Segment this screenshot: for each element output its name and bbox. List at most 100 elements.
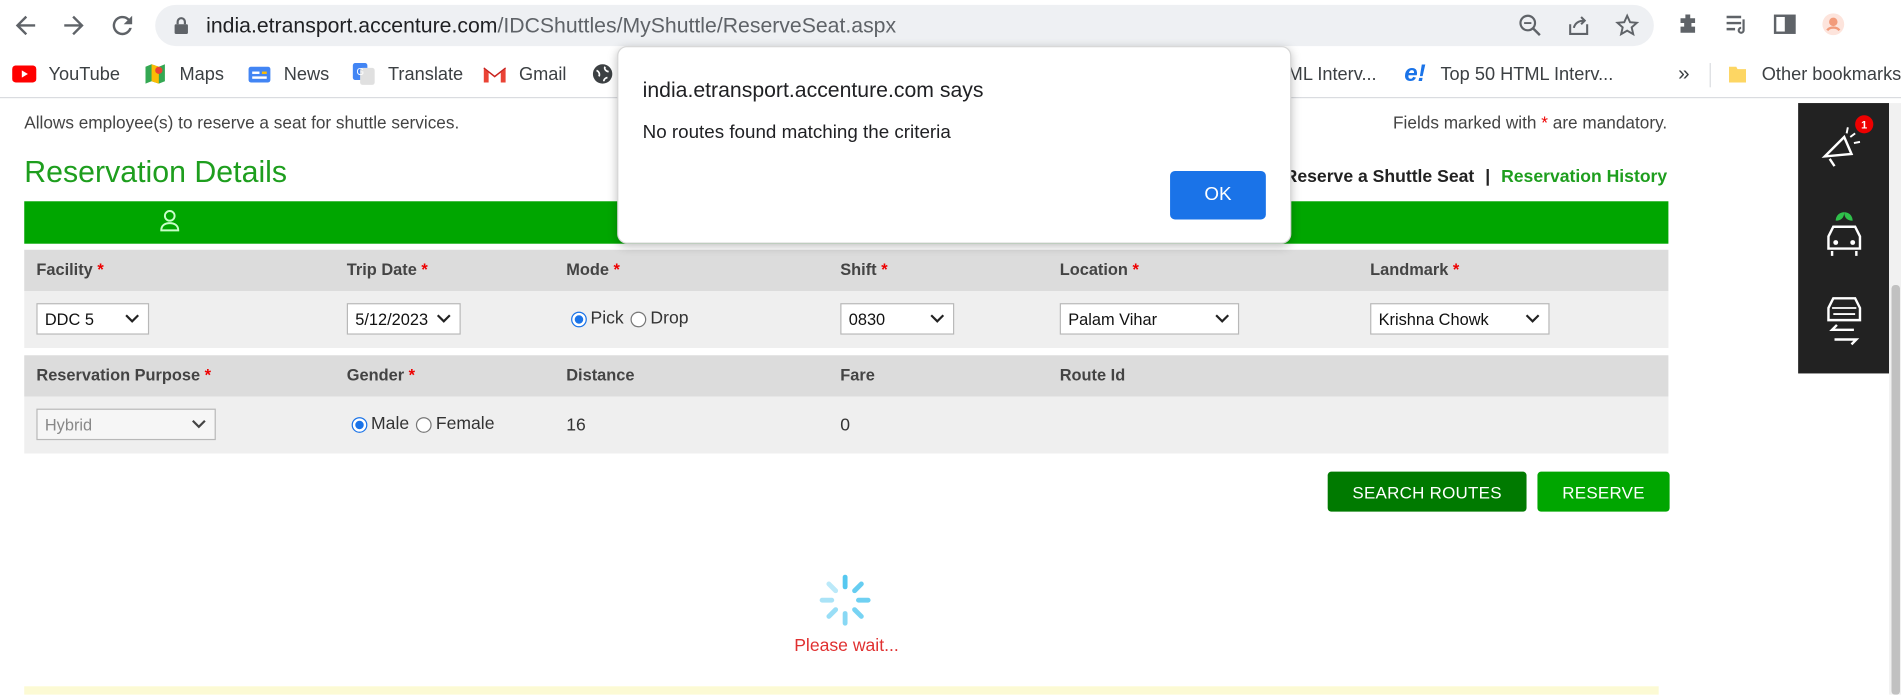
select-value: 0830 [848, 309, 886, 328]
extensions-icon[interactable] [1674, 11, 1701, 38]
location-select[interactable]: Palam Vihar [1059, 303, 1240, 335]
mode-pick-radio[interactable] [571, 311, 587, 327]
select-value: Krishna Chowk [1378, 309, 1489, 328]
landmark-select[interactable]: Krishna Chowk [1370, 303, 1550, 335]
car-transfer-icon[interactable] [1820, 291, 1868, 347]
facility-select[interactable]: DDC 5 [36, 303, 150, 335]
dialog-message: No routes found matching the criteria [642, 122, 951, 144]
bookmark-label: Translate [388, 63, 464, 85]
eco-car-icon[interactable] [1820, 210, 1868, 261]
trip-date-select[interactable]: 5/12/2023 [346, 303, 461, 335]
edureka-icon: e! [1404, 60, 1426, 87]
mode-drop-radio[interactable] [631, 311, 647, 327]
please-wait-text: Please wait... [794, 636, 899, 656]
bookmark-star-icon[interactable] [1615, 13, 1640, 37]
bookmark-label: Gmail [518, 63, 567, 85]
bookmark-top50-html[interactable]: e! Top 50 HTML Interv... [1402, 60, 1614, 87]
bookmark-label: News [283, 63, 330, 85]
required-star: * [1541, 113, 1548, 134]
gender-label: Gender * [347, 366, 415, 384]
svg-text:G: G [356, 67, 364, 78]
trip-date-label: Trip Date * [347, 261, 428, 279]
mode-radio-group: Pick Drop [571, 309, 689, 329]
chevron-down-icon [1215, 314, 1230, 323]
required-star: * [1132, 260, 1139, 279]
location-label: Location * [1060, 261, 1139, 279]
translate-icon: G [352, 62, 376, 86]
bookmark-gmail[interactable]: Gmail [483, 62, 567, 86]
dialog-title: india.etransport.accenture.com says [642, 77, 984, 102]
other-bookmarks[interactable]: Other bookmarks [1725, 62, 1901, 86]
gender-radio-group: Male Female [351, 414, 495, 435]
label-text: Landmark [1370, 260, 1449, 279]
landmark-label: Landmark * [1370, 261, 1459, 279]
mode-label: Mode * [566, 261, 620, 279]
side-panel-icon[interactable] [1771, 11, 1798, 38]
required-star: * [408, 366, 416, 385]
reading-list-icon[interactable] [1723, 11, 1750, 38]
youtube-icon [12, 62, 37, 86]
fare-value: 0 [840, 415, 851, 436]
facility-label: Facility * [36, 261, 103, 279]
url-text[interactable]: india.etransport.accenture.com/IDCShuttl… [206, 13, 896, 38]
browser-toolbar: india.etransport.accenture.com/IDCShuttl… [0, 0, 1901, 51]
gender-female-radio[interactable] [416, 416, 433, 433]
share-icon[interactable] [1567, 13, 1591, 37]
bookmark-youtube[interactable]: YouTube [12, 62, 120, 86]
label-text: Reservation Purpose [36, 366, 201, 385]
select-value: 5/12/2023 [355, 309, 429, 328]
select-value: DDC 5 [44, 309, 94, 328]
required-star: * [1452, 260, 1460, 279]
mandatory-prefix: Fields marked with [1393, 113, 1537, 134]
mode-drop-label: Drop [650, 309, 689, 329]
back-arrow-icon[interactable] [11, 11, 40, 40]
chevron-down-icon [930, 314, 945, 323]
maps-icon [143, 62, 167, 86]
bookmark-label: Top 50 HTML Interv... [1440, 63, 1614, 85]
zoom-icon[interactable] [1518, 13, 1542, 37]
chevron-down-icon [125, 314, 139, 323]
profile-avatar-icon[interactable] [1820, 11, 1847, 38]
route-id-label: Route Id [1059, 366, 1126, 385]
bookmark-maps[interactable]: Maps [143, 62, 224, 86]
form-header-row-1: Facility * Trip Date * Mode * Shift * Lo… [24, 249, 1669, 291]
gender-female-label: Female [435, 414, 495, 435]
bookmark-translate[interactable]: G Translate [352, 62, 464, 86]
search-routes-button[interactable]: SEARCH ROUTES [1327, 471, 1527, 512]
reserve-button[interactable]: RESERVE [1537, 471, 1670, 512]
address-bar[interactable]: india.etransport.accenture.com/IDCShuttl… [155, 4, 1654, 47]
reload-icon[interactable] [108, 11, 137, 40]
select-value: Palam Vihar [1068, 309, 1158, 328]
lock-icon[interactable] [173, 16, 189, 35]
gender-male-label: Male [371, 414, 410, 435]
bookmark-ml-interview[interactable]: ML Interv... [1288, 62, 1377, 86]
bookmarks-overflow-icon[interactable]: » [1678, 62, 1689, 86]
page-title: Reservation Details [24, 155, 288, 190]
required-star: * [421, 260, 428, 279]
shift-select[interactable]: 0830 [840, 303, 955, 335]
purpose-select[interactable]: Hybrid [36, 408, 216, 441]
bookmark-news[interactable]: News [247, 62, 329, 86]
label-text: Gender [346, 366, 405, 385]
label-text: Trip Date [346, 260, 417, 279]
quick-actions-panel: 1 [1798, 103, 1890, 374]
link-reserve-seat[interactable]: Reserve a Shuttle Seat [1285, 167, 1475, 186]
label-text: Shift [840, 260, 877, 279]
distance-value: 16 [566, 415, 586, 436]
page-intro: Allows employee(s) to reserve a seat for… [24, 113, 460, 134]
chevron-down-icon [192, 419, 206, 429]
forward-arrow-icon[interactable] [59, 11, 88, 40]
scrollbar-thumb[interactable] [1891, 284, 1900, 695]
link-reservation-history[interactable]: Reservation History [1501, 167, 1667, 186]
purpose-label: Reservation Purpose * [36, 366, 211, 384]
spinner-icon [819, 574, 871, 626]
shift-label: Shift * [840, 261, 887, 279]
gender-male-radio[interactable] [351, 416, 368, 433]
form-value-row-2: Hybrid Male Female 16 0 [24, 396, 1669, 454]
chevron-down-icon [1525, 314, 1540, 323]
folder-icon [1725, 62, 1749, 86]
announcements-button[interactable]: 1 [1818, 115, 1874, 176]
ok-button[interactable]: OK [1170, 170, 1266, 220]
other-bookmarks-label: Other bookmarks [1761, 63, 1901, 85]
bookmark-label: ML Interv... [1287, 63, 1377, 85]
